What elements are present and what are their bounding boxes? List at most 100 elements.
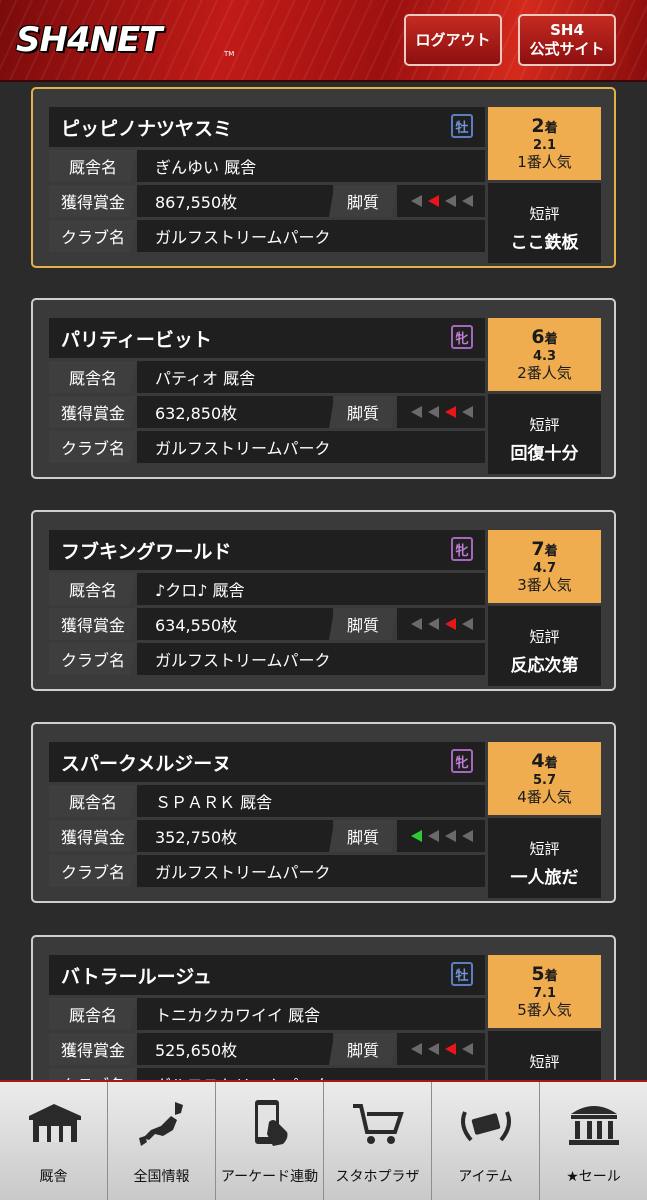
finish-rank: 7着 [488,539,601,562]
popularity: 1番人気 [517,153,572,171]
leg-arrow-icon [428,618,439,630]
logout-button[interactable]: ログアウト [404,14,502,66]
stable-icon [28,1104,81,1142]
odds: 2.1 [532,138,557,153]
horse-name: バトラールージュ [61,965,212,988]
prize-value: 352,750枚 [137,820,333,852]
horse-name: スパークメルジーヌ [61,752,232,775]
prize-row: 獲得賞金 632,850枚 脚質 [49,396,485,428]
leg-arrow-icon [428,830,439,842]
horse-name: パリティービット [61,328,212,351]
stable-row: 厩舎名 ♪クロ♪ 厩舎 [49,573,485,605]
horse-name-row: パリティービット 牝 [49,318,485,358]
sex-badge: 牡 [451,962,473,986]
leg-arrow-icon [411,406,422,418]
horse-name-row: バトラールージュ 牡 [49,955,485,995]
sex-badge: 牝 [451,325,473,349]
leg-arrow-icon [428,195,439,207]
finish-rank-number: 7 [531,538,545,560]
leg-label: 脚質 [329,396,397,428]
prize-value: 525,650枚 [137,1033,333,1065]
nav-national-info-label: 全国情報 [133,1169,190,1185]
nav-arcade-link[interactable]: アーケード連動 [216,1082,324,1200]
prize-label: 獲得賞金 [49,1033,137,1065]
finish-rank: 5着 [488,964,601,987]
nav-sale[interactable]: ★セール [540,1082,647,1200]
nav-item-shop[interactable]: アイテム [432,1082,540,1200]
sex-badge: 牝 [451,537,473,561]
result-box: 2着 2.1 1番人気 [488,107,601,180]
horse-card[interactable]: ピッピノナツヤスミ 牡厩舎名 ぎんゆい 厩舎 獲得賞金 867,550枚 脚質 クラブ名 ガル… [31,87,616,268]
horse-card[interactable]: パリティービット 牝厩舎名 パティオ 厩舎 獲得賞金 632,850枚 脚質 クラブ名 ガルフ… [31,298,616,479]
laurel-ticket-icon [460,1111,511,1142]
stable-row: 厩舎名 ぎんゆい 厩舎 [49,150,485,182]
leg-arrow-icon [411,1043,422,1055]
short-comment: ここ鉄板 [510,233,579,253]
leg-arrow-icon [445,406,456,418]
result-box: 5着 7.1 5番人気 [488,955,601,1028]
club-row: クラブ名ガルフストリームパーク [49,220,485,252]
club-label: クラブ名 [49,643,137,675]
short-comment-label: 短評 [529,205,560,223]
short-comment: 反応次第 [510,656,579,676]
horse-card-inner: フブキングワールド 牝厩舎名 ♪クロ♪ 厩舎 獲得賞金 634,550枚 脚質 クラブ名 ガル… [49,530,601,686]
leg-indicator [397,185,485,217]
odds: 4.7 [532,561,557,576]
odds: 5.7 [532,773,557,788]
stable-row: 厩舎名 ＳＰＡＲＫ 厩舎 [49,785,485,817]
leg-arrow-icon [462,618,473,630]
stable-value: ぎんゆい 厩舎 [137,150,485,182]
prize-label: 獲得賞金 [49,185,137,217]
prize-label: 獲得賞金 [49,608,137,640]
official-site-button[interactable]: SH4 公式サイト [518,14,616,66]
nav-sale-label: ★セール [566,1169,621,1185]
prize-row: 獲得賞金 352,750枚 脚質 [49,820,485,852]
nav-national-info[interactable]: 全国情報 [108,1082,216,1200]
horse-card-inner: パリティービット 牝厩舎名 パティオ 厩舎 獲得賞金 632,850枚 脚質 クラブ名 ガルフ… [49,318,601,474]
nav-plaza[interactable]: スタホプラザ [324,1082,432,1200]
leg-arrow-icon [462,195,473,207]
horse-card[interactable]: フブキングワールド 牝厩舎名 ♪クロ♪ 厩舎 獲得賞金 634,550枚 脚質 クラブ名 ガル… [31,510,616,691]
result-box: 6着 4.3 2番人気 [488,318,601,391]
horse-name-row: フブキングワールド 牝 [49,530,485,570]
finish-rank-suffix: 着 [544,756,558,771]
stable-row: 厩舎名 トニカクカワイイ 厩舎 [49,998,485,1030]
horse-name-row: スパークメルジーヌ 牝 [49,742,485,782]
stable-label: 厩舎名 [49,998,137,1030]
horse-card[interactable]: スパークメルジーヌ 牝厩舎名 ＳＰＡＲＫ 厩舎 獲得賞金 352,750枚 脚質 クラブ名ガ… [31,722,616,903]
stable-label: 厩舎名 [49,361,137,393]
stable-row: 厩舎名 パティオ 厩舎 [49,361,485,393]
prize-value: 867,550枚 [137,185,333,217]
short-comment: 一人旅だ [510,868,579,888]
leg-label: 脚質 [329,820,397,852]
leg-indicator [397,396,485,428]
odds: 4.3 [532,349,557,364]
club-row: クラブ名ガルフストリームパーク [49,643,485,675]
club-value: ガルフストリームパーク [137,431,485,463]
leg-arrow-icon [462,830,473,842]
club-label: クラブ名 [49,855,137,887]
phone-touch-icon [254,1100,287,1146]
leg-indicator [397,1033,485,1065]
japan-map-icon [138,1102,183,1146]
short-comment-label: 短評 [529,1053,560,1071]
popularity: 3番人気 [517,576,572,594]
finish-rank-suffix: 着 [544,544,558,559]
stable-value: トニカクカワイイ 厩舎 [137,998,485,1030]
prize-row: 獲得賞金 634,550枚 脚質 [49,608,485,640]
sh4net-logo[interactable]: SH4NET [16,20,162,60]
leg-arrow-icon [445,618,456,630]
leg-arrow-icon [411,618,422,630]
short-comment: 回復十分 [510,444,579,464]
prize-value: 632,850枚 [137,396,333,428]
finish-rank-suffix: 着 [544,121,558,136]
sex-badge: 牝 [451,749,473,773]
horse-name-row: ピッピノナツヤスミ 牡 [49,107,485,147]
horse-name: ピッピノナツヤスミ [61,117,233,140]
finish-rank-suffix: 着 [544,332,558,347]
nav-stable[interactable]: 厩舎 [0,1082,108,1200]
app-header: SH4NET TM ログアウト SH4 公式サイト [0,0,647,82]
leg-arrow-icon [445,1043,456,1055]
prize-label: 獲得賞金 [49,396,137,428]
finish-rank: 6着 [488,327,601,350]
